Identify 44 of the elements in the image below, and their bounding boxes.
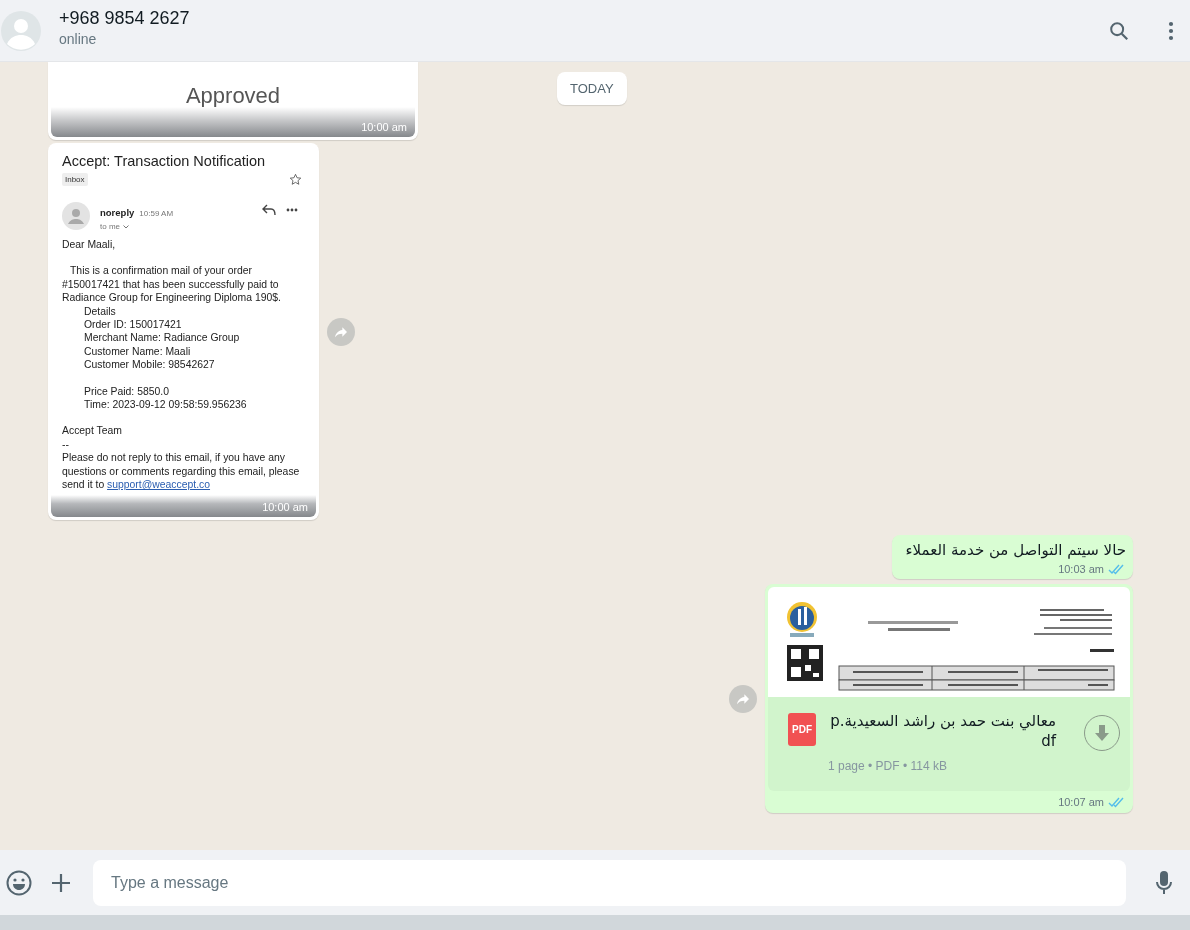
menu-icon[interactable] [1168, 20, 1174, 41]
detail-line: Details [84, 304, 117, 319]
email-footer: Please do not reply to this email, if you have any questions or comments regarding this email, please send it to support@weaccept.co [62, 451, 302, 492]
detail-line: Customer Name: Maali [84, 344, 192, 359]
sent-time: 10:59 AM [139, 209, 174, 218]
email-link[interactable]: support@weaccept.co [107, 479, 211, 491]
message-input[interactable]: Type a message [93, 859, 1126, 906]
contact-name: +968 9854 2627 [59, 8, 191, 29]
pdf-file-icon: PDF [788, 713, 816, 746]
more-icon [286, 208, 298, 212]
message-text: حالا سيتم التواصل من خدمة العملاء [905, 541, 1126, 559]
emoji-icon[interactable] [6, 869, 32, 896]
email-greeting: Dear Maali, [62, 238, 117, 252]
detail-line: Time: 2023-09-12 09:58:59.956236 [84, 398, 248, 412]
download-icon [1094, 724, 1110, 742]
detail-line: Merchant Name: Radiance Group [84, 331, 241, 345]
email-subject: Accept: Transaction Notification [62, 153, 266, 169]
add-icon[interactable] [51, 872, 71, 893]
search-icon[interactable] [1108, 19, 1130, 42]
email-signature: Accept Team [62, 424, 123, 438]
image-message[interactable]: Approved 10:00 am [48, 62, 418, 140]
detail-line: Customer Mobile: 98542627 [84, 358, 216, 372]
message-time: 10:00 am [262, 501, 308, 513]
message-time: 10:07 am [1058, 796, 1104, 808]
message-time: 10:00 am [361, 121, 407, 133]
chevron-down-icon [123, 224, 129, 229]
recipient-text: to me [100, 222, 120, 231]
detail-line: Price Paid: 5850.0 [84, 384, 170, 399]
star-icon [289, 173, 302, 186]
sender-name: noreply [100, 207, 135, 218]
image-message[interactable] [48, 143, 319, 520]
contact-status: online [59, 31, 98, 47]
microphone-icon[interactable] [1155, 869, 1173, 896]
file-name: معالي بنت حمد بن راشد السعيدية.pdf [829, 711, 1056, 751]
detail-line: Order ID: 150017421 [84, 318, 183, 332]
file-meta: 1 page • PDF • 114 kB [828, 759, 948, 773]
reply-icon [262, 204, 276, 216]
approved-text: Approved [185, 83, 281, 110]
date-chip: TODAY [557, 72, 627, 105]
email-label: Inbox [62, 173, 88, 186]
sender-avatar-icon [62, 202, 90, 230]
signature-separator: -- [62, 437, 70, 452]
email-paragraph: This is a confirmation mail of your order #150017421 that has been successfully paid to Radiance Group for Engineering Diploma 190$. [62, 264, 282, 305]
message-time: 10:03 am [1058, 563, 1104, 575]
